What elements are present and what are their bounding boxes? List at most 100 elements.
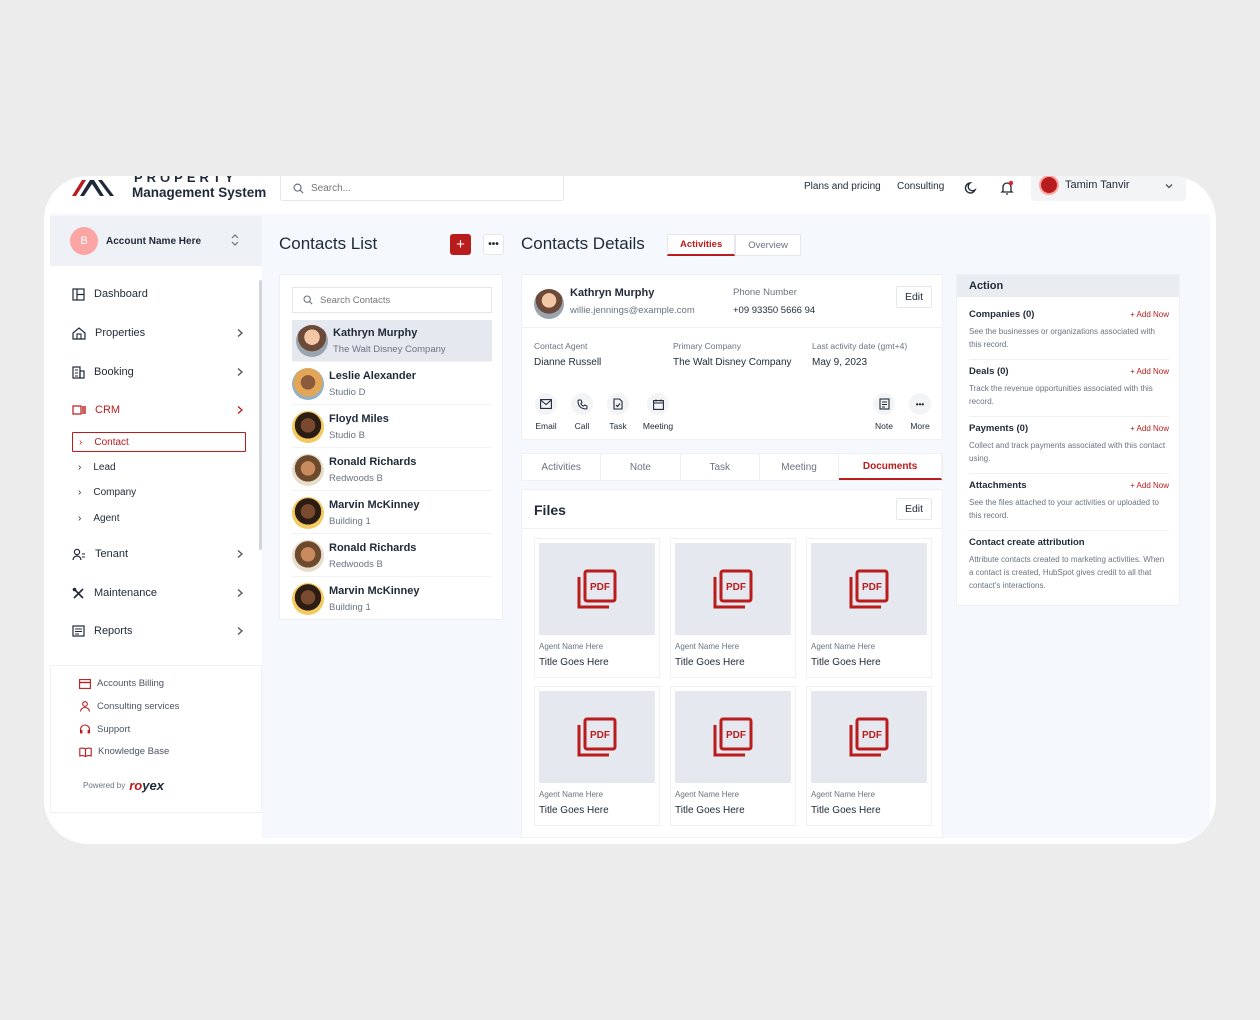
tab-overview[interactable]: Overview [735,234,801,256]
agent-label: Contact Agent [534,341,588,351]
action-panel-title: Action [957,275,1179,297]
chevron-right-icon [237,368,243,376]
sidebar-item-dashboard[interactable]: Dashboard [72,283,244,305]
support-link[interactable]: Support [79,724,130,735]
reports-icon [72,625,85,637]
contact-list-item[interactable]: Kathryn Murphy The Walt Disney Company [292,320,492,362]
contact-list-item[interactable]: Leslie Alexander Studio D [292,363,492,405]
file-card[interactable]: PDF Agent Name Here Title Goes Here [534,538,660,678]
sidebar-item-properties[interactable]: Properties [72,322,244,344]
more-action-button[interactable]: ••• More [900,393,940,431]
chevron-right-icon: › [78,512,82,524]
sidebar-footer: Accounts Billing Consulting services Sup… [50,665,262,813]
subtab-task[interactable]: Task [681,454,760,480]
plans-pricing-link[interactable]: Plans and pricing [804,181,881,192]
contacts-search[interactable] [292,287,492,313]
divider [969,359,1169,360]
contact-company: Building 1 [329,515,371,527]
dark-mode-icon[interactable] [962,179,980,197]
action-panel: Action Companies (0) + Add Now See the bus… [956,274,1180,606]
subtab-meeting[interactable]: Meeting [760,454,840,480]
sidebar-subitem-contact[interactable]: › Contact [72,432,246,452]
file-card[interactable]: PDF Agent Name Here Title Goes Here [806,686,932,826]
global-search-input[interactable] [311,182,541,194]
contact-email[interactable]: willie.jennings@example.com [570,305,695,316]
contact-name: Marvin McKinney [329,498,420,511]
contact-company: Studio D [329,386,366,398]
contact-list-item[interactable]: Ronald Richards Redwoods B [292,535,492,577]
task-action-button[interactable]: Task [598,393,638,431]
subitem-label: Agent [93,512,120,524]
file-card[interactable]: PDF Agent Name Here Title Goes Here [670,686,796,826]
contact-name: Floyd Miles [329,412,389,425]
edit-contact-button[interactable]: Edit [896,286,932,308]
sidebar-scrollbar[interactable] [259,280,262,550]
logo-mark-icon [72,180,114,196]
divider [969,416,1169,417]
agent-value: Dianne Russell [534,357,602,368]
add-now-button[interactable]: + Add Now [1130,310,1169,319]
notification-bell-icon[interactable] [998,179,1016,197]
pdf-file-icon: PDF [713,569,753,609]
email-action-button[interactable]: Email [526,393,566,431]
file-card[interactable]: PDF Agent Name Here Title Goes Here [670,538,796,678]
file-agent: Agent Name Here [675,642,740,651]
royex-logo-part-b: yex [142,778,164,793]
add-contact-button[interactable]: + [450,234,471,255]
contacts-search-input[interactable] [320,294,480,306]
sidebar-item-booking[interactable]: Booking [72,361,244,383]
subtab-activities[interactable]: Activities [522,454,602,480]
chevron-down-icon [1165,184,1173,189]
pdf-thumbnail: PDF [811,543,927,635]
consulting-link[interactable]: Consulting [897,181,944,192]
account-switcher[interactable]: B Account Name Here [50,216,262,266]
note-action-button[interactable]: Note [864,393,904,431]
contact-list-item[interactable]: Marvin McKinney Building 1 [292,578,492,620]
file-card[interactable]: PDF Agent Name Here Title Goes Here [534,686,660,826]
contact-list-item[interactable]: Floyd Miles Studio B [292,406,492,448]
contact-name: Ronald Richards [329,541,417,554]
contact-list-item[interactable]: Ronald Richards Redwoods B [292,449,492,491]
add-now-button[interactable]: + Add Now [1130,424,1169,433]
footer-link-label: Consulting services [97,701,180,712]
subtab-note[interactable]: Note [601,454,681,480]
sidebar-item-reports[interactable]: Reports [72,620,244,642]
activity-subtabs: Activities Note Task Meeting Documents [521,453,943,481]
sidebar-subitem-company[interactable]: › Company [72,482,246,502]
list-more-button[interactable]: ••• [483,234,504,255]
accounts-billing-link[interactable]: Accounts Billing [79,678,164,689]
file-card[interactable]: PDF Agent Name Here Title Goes Here [806,538,932,678]
sidebar-item-tenant[interactable]: Tenant [72,543,244,565]
edit-files-button[interactable]: Edit [896,498,932,520]
file-title: Title Goes Here [811,657,881,668]
headset-icon [79,724,91,734]
meeting-action-button[interactable]: Meeting [638,393,678,431]
action-label: More [910,421,930,431]
pdf-thumbnail: PDF [539,691,655,783]
global-search[interactable] [280,176,564,201]
tools-icon [72,587,84,599]
add-now-button[interactable]: + Add Now [1130,367,1169,376]
add-now-button[interactable]: + Add Now [1130,481,1169,490]
sidebar-subitem-lead[interactable]: › Lead [72,457,246,477]
action-label: Email [535,421,557,431]
sidebar-item-maintenance[interactable]: Maintenance [72,582,244,604]
pdf-icon-label: PDF [726,582,746,593]
contact-summary-card: Kathryn Murphy willie.jennings@example.c… [521,274,943,440]
royex-logo[interactable]: royex [129,778,164,793]
consulting-services-link[interactable]: Consulting services [79,701,179,712]
tab-activities[interactable]: Activities [667,234,736,256]
sidebar-subitem-agent[interactable]: › Agent [72,508,246,528]
user-menu[interactable]: Tamim Tanvir [1031,176,1186,201]
plus-icon: + [456,236,465,253]
knowledge-base-link[interactable]: Knowledge Base [79,746,169,757]
app-frame: PROPERTY Management System Plans and pri… [44,176,1216,844]
subtab-documents[interactable]: Documents [839,454,942,480]
chevron-right-icon: › [79,436,83,448]
call-action-button[interactable]: Call [562,393,602,431]
files-title: Files [534,502,566,518]
sidebar-item-crm[interactable]: CRM [72,399,244,421]
contact-avatar [292,453,324,486]
contact-list-item[interactable]: Marvin McKinney Building 1 [292,492,492,534]
brand-logo[interactable]: PROPERTY Management System [68,176,268,204]
